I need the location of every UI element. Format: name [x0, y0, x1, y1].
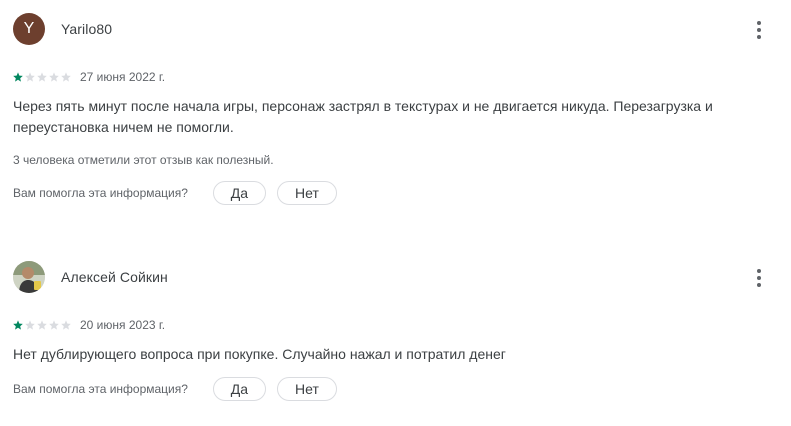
review-text: Нет дублирующего вопроса при покупке. Сл… — [13, 346, 506, 362]
helpful-no-button[interactable]: Нет — [276, 181, 337, 205]
review-header: Y Yarilo80 — [13, 12, 112, 46]
avatar-photo — [13, 261, 45, 293]
feedback-row: Вам помогла эта информация? Да Нет — [13, 377, 337, 401]
review-date: 27 июня 2022 г. — [80, 70, 166, 84]
avatar-letter: Y — [23, 20, 35, 37]
star-filled-icon — [13, 72, 23, 82]
rating-row: 27 июня 2022 г. — [13, 70, 165, 84]
star-filled-icon — [13, 320, 23, 330]
helpful-yes-button[interactable]: Да — [212, 377, 266, 401]
star-empty-icon — [25, 72, 35, 82]
review-text: Через пять минут после начала игры, перс… — [13, 98, 713, 135]
helpful-yes-button[interactable]: Да — [212, 181, 266, 205]
star-empty-icon — [49, 320, 59, 330]
more-vert-icon-dot — [757, 276, 761, 280]
star-empty-icon — [37, 72, 47, 82]
star-empty-icon — [61, 72, 71, 82]
helpful-no-button[interactable]: Нет — [276, 377, 337, 401]
star-empty-icon — [25, 320, 35, 330]
feedback-question: Вам помогла эта информация? — [13, 382, 188, 396]
review-date: 20 июня 2023 г. — [80, 318, 166, 332]
more-vert-icon-dot — [757, 28, 761, 32]
star-rating — [13, 320, 73, 330]
review-header: Алексей Сойкин — [13, 260, 168, 294]
helpful-count: 3 человека отметили этот отзыв как полез… — [13, 153, 274, 167]
star-rating — [13, 72, 73, 82]
more-options-button[interactable] — [749, 266, 769, 290]
more-options-button[interactable] — [749, 18, 769, 42]
review-author: Yarilo80 — [61, 21, 113, 37]
more-vert-icon — [757, 269, 761, 273]
star-empty-icon — [49, 72, 59, 82]
review-author: Алексей Сойкин — [61, 269, 168, 285]
avatar — [13, 261, 45, 293]
more-vert-icon-dot — [757, 283, 761, 287]
rating-row: 20 июня 2023 г. — [13, 318, 165, 332]
more-vert-icon — [757, 21, 761, 25]
feedback-question: Вам помогла эта информация? — [13, 186, 188, 200]
star-empty-icon — [61, 320, 71, 330]
more-vert-icon-dot — [757, 35, 761, 39]
avatar: Y — [13, 13, 45, 45]
star-empty-icon — [37, 320, 47, 330]
feedback-row: Вам помогла эта информация? Да Нет — [13, 181, 337, 205]
